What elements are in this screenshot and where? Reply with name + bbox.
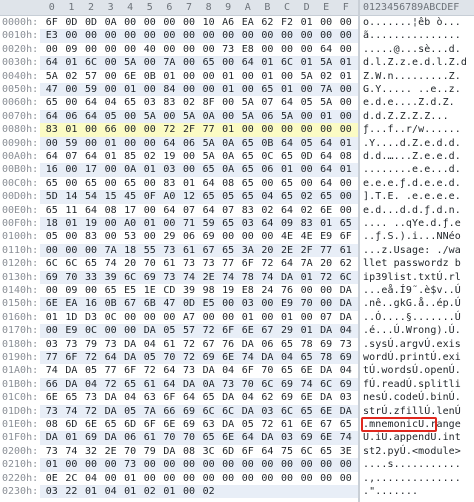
hex-row[interactable]: 0040h: 5A 02 57 00 6E 0B 01 00 00 01 00 01 00 5A 02 01 Z.… (0, 70, 474, 83)
hex-row[interactable]: 00E0h: 65 11 64 08 17 00 64 07 64 07 83 02 64 02 6E 00 e.… (0, 204, 474, 217)
ascii-column-header: 0123456789ABCDEF (363, 2, 460, 13)
column-header-f: F (342, 2, 349, 13)
hex-row[interactable]: 00A0h: 64 07 64 01 85 02 19 00 5A 0A 65 0C 65 0D 64 08 d.… (0, 150, 474, 163)
column-header-0: 0 (48, 2, 55, 13)
column-header-9: 9 (225, 2, 232, 13)
hex-row[interactable]: 0170h: 00 E9 0C 00 00 DA 05 57 72 6F 6E 67 29 01 DA 04 .é… (0, 324, 474, 338)
hex-row[interactable]: 0030h: 64 01 6C 00 5A 00 7A 00 65 00 64 01 6C 01 5A 01 d.… (0, 56, 474, 70)
hex-editor[interactable]: 0123456789ABCDEF 0123456789ABCDEF 0000h:… (0, 0, 474, 502)
hex-row[interactable]: 01A0h: 74 DA 05 77 6F 72 64 73 DA 04 6F 70 65 6E DA 04 tÚ… (0, 364, 474, 377)
column-header-1: 1 (68, 2, 75, 13)
hex-row[interactable]: 00B0h: 16 00 17 00 0A 01 03 00 65 0A 65 06 01 00 64 01..… (0, 163, 474, 177)
hex-byte[interactable]: 01 (81, 485, 101, 501)
column-header-a: A (244, 2, 251, 13)
hex-row[interactable]: 01D0h: 73 74 72 DA 05 7A 66 69 6C 6C DA 03 6C 65 6E DA st… (0, 404, 474, 418)
hex-row[interactable]: 0010h: E3 00 00 00 00 00 00 00 00 00 00 00 00 00 00 00 ã.… (0, 29, 474, 43)
hex-byte[interactable]: 00 (179, 485, 199, 501)
hex-row[interactable]: 00D0h: 5D 14 54 15 45 0F A0 12 65 05 65 04 65 02 65 00].… (0, 190, 474, 204)
column-header-6: 6 (166, 2, 173, 13)
column-header-4: 4 (127, 2, 134, 13)
column-header-e: E (323, 2, 330, 13)
hex-row[interactable]: 0150h: 6E EA 16 0B 67 6B 47 0D E5 00 03 00 E9 70 00 DA .n… (0, 297, 474, 311)
hex-row[interactable]: 0020h: 00 09 00 00 00 40 00 00 00 73 E8 00 00 00 64 00..… (0, 43, 474, 56)
row-offset: 0230h: (2, 486, 39, 497)
hex-row[interactable]: 0000h: 6F 0D 0D 0A 00 00 00 00 10 A6 EA 62 F2 01 00 00 o.… (0, 16, 474, 29)
hex-row[interactable]: 00F0h: 18 01 19 00 A0 01 00 71 59 65 03 64 09 83 01 65..… (0, 217, 474, 231)
ascii-text[interactable]: ."....... (363, 485, 418, 501)
hex-byte[interactable]: 01 (160, 485, 180, 501)
hex-row[interactable]: 0160h: 01 1D D3 0C 00 00 00 A7 00 00 01 00 01 00 07 DA..… (0, 311, 474, 324)
hex-row[interactable]: 0190h: 77 6F 72 64 DA 05 70 72 69 6E 74 DA 04 65 78 69 wo… (0, 351, 474, 365)
hex-row[interactable]: 00C0h: 65 00 65 00 65 00 83 01 64 08 65 00 65 00 64 00 e.… (0, 177, 474, 190)
hex-row[interactable]: 01C0h: 6E 65 73 DA 04 63 6F 64 65 DA 04 62 69 6E DA 03 ne… (0, 391, 474, 404)
hex-row[interactable]: 01B0h: 66 DA 04 72 65 61 64 DA 0A 73 70 6C 69 74 6C 69 fÚ… (0, 377, 474, 392)
hex-row[interactable]: 0120h: 6C 6C 65 74 20 70 61 73 73 77 6F 72 64 7A 20 62 ll… (0, 257, 474, 270)
hex-byte[interactable]: 22 (62, 485, 82, 501)
hex-byte[interactable]: 02 (140, 485, 160, 501)
column-header-5: 5 (146, 2, 153, 13)
hex-row[interactable]: 0080h: 83 01 00 66 00 00 72 2F 77 01 00 00 00 00 00 00 ƒ.… (0, 123, 474, 137)
hex-row[interactable]: 0110h: 00 00 00 7A 18 55 73 61 67 65 3A 20 2E 2F 77 61..… (0, 243, 474, 258)
hex-row[interactable]: 0140h: 00 09 00 65 E5 1E CD 39 98 19 E8 24 76 00 00 DA..… (0, 284, 474, 297)
column-header-bar: 0123456789ABCDEF 0123456789ABCDEF (0, 0, 474, 16)
hex-byte[interactable]: 04 (101, 485, 121, 501)
column-header-b: B (264, 2, 271, 13)
column-header-8: 8 (205, 2, 212, 13)
hex-row[interactable]: 0070h: 64 06 64 05 00 5A 00 5A 0A 00 5A 06 5A 00 01 00 d.… (0, 109, 474, 124)
hex-row[interactable]: 01F0h: DA 01 69 DA 06 61 70 70 65 6E 64 DA 03 69 6E 74 Ú.… (0, 431, 474, 445)
mnemonic-annotation-box (361, 417, 437, 433)
hex-row[interactable]: 0210h: 01 00 00 00 73 00 00 00 00 00 00 00 00 00 00 00..… (0, 458, 474, 472)
hex-row[interactable]: 0200h: 73 74 32 2E 70 79 DA 08 3C 6D 6F 64 75 6C 65 3E st… (0, 445, 474, 458)
column-header-7: 7 (185, 2, 192, 13)
hex-byte[interactable]: 02 (199, 485, 219, 501)
hex-row[interactable]: 0180h: 03 73 79 73 DA 04 61 72 67 76 DA 06 65 78 69 73 .s… (0, 338, 474, 351)
column-header-d: D (303, 2, 310, 13)
hex-byte[interactable]: 01 (120, 485, 140, 501)
hex-row[interactable]: 0060h: 65 00 64 04 65 03 83 02 8F 00 5A 07 64 05 5A 00 e.… (0, 96, 474, 109)
hex-byte[interactable]: 03 (42, 485, 62, 501)
hex-row[interactable]: 0090h: 00 59 00 01 00 00 64 06 5A 0A 65 0B 64 05 64 01 .Y… (0, 136, 474, 150)
hex-row[interactable]: 0130h: 69 70 33 39 6C 69 73 74 2E 74 78 74 DA 01 72 6C ip… (0, 270, 474, 284)
hex-row[interactable]: 0220h: 0E 2C 04 00 01 00 00 00 00 00 00 00 00 00 00 00.,… (0, 472, 474, 485)
hex-row[interactable]: 0050h: 47 00 59 00 01 00 84 00 00 01 00 65 01 00 7A 00 G.… (0, 83, 474, 97)
hex-row[interactable]: 0100h: 05 00 83 00 53 00 29 06 69 00 00 00 4E 4E E9 6F..… (0, 230, 474, 243)
column-header-c: C (283, 2, 290, 13)
column-header-2: 2 (87, 2, 94, 13)
hex-row[interactable]: 0230h: 03 22 01 04 01 02 01 00 02 ."....... (0, 485, 474, 501)
column-header-3: 3 (107, 2, 114, 13)
